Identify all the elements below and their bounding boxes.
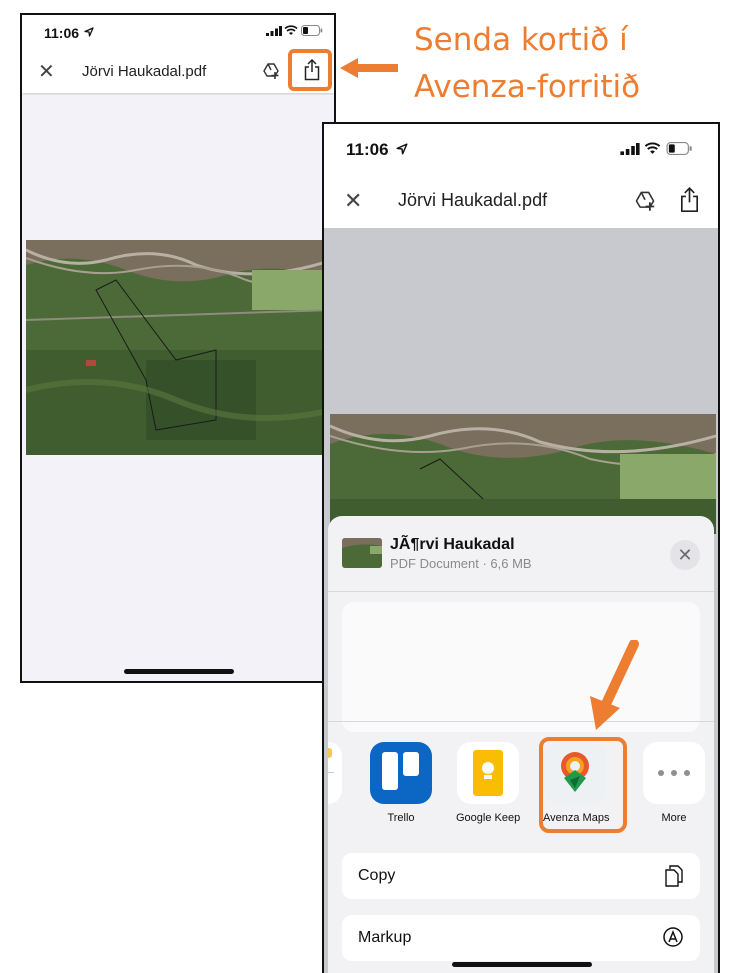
- share-app-trello[interactable]: Trello: [369, 742, 433, 824]
- share-app-more[interactable]: More: [642, 742, 706, 824]
- airdrop-suggestions-area: [342, 602, 700, 732]
- annotation-arrow-left: [340, 58, 398, 78]
- action-label: Copy: [358, 867, 396, 884]
- action-copy[interactable]: Copy: [342, 853, 700, 899]
- document-title: Jörvi Haukadal.pdf: [82, 63, 207, 80]
- highlight-avenza-maps: [539, 737, 627, 833]
- file-name: JÃ¶rvi Haukadal: [390, 536, 515, 553]
- wifi-icon: [644, 142, 661, 154]
- annotation-arrow-down: [590, 640, 639, 730]
- annotation-line-1: Senda kortið í: [414, 22, 628, 58]
- action-markup[interactable]: Markup: [342, 915, 700, 961]
- phone-screen-pdf-viewer: 11:06 ✕ Jörvi Haukadal.pdf: [20, 13, 336, 683]
- cellular-signal-icon: [266, 26, 282, 36]
- action-label: Markup: [358, 929, 412, 946]
- markup-icon: [663, 927, 683, 947]
- highlight-share-button: [288, 49, 332, 91]
- app-label: Google Keep: [456, 812, 521, 824]
- home-indicator: [124, 669, 234, 674]
- partial-app-icon[interactable]: [328, 742, 342, 804]
- add-to-drive-icon[interactable]: [262, 62, 280, 80]
- annotation-line-2: Avenza-forritið: [414, 69, 641, 105]
- app-label: More: [661, 812, 687, 824]
- share-icon[interactable]: [680, 187, 699, 213]
- home-indicator: [452, 962, 592, 967]
- trello-icon: [370, 742, 432, 804]
- wifi-icon: [284, 25, 298, 35]
- more-icon: [643, 742, 705, 804]
- add-to-drive-icon[interactable]: [634, 190, 656, 212]
- status-time: 11:06: [44, 25, 80, 41]
- status-bar: 11:06: [22, 15, 334, 49]
- battery-icon: [666, 142, 692, 155]
- location-arrow-icon: [84, 27, 94, 37]
- status-bar: 11:06: [324, 124, 718, 174]
- document-title: Jörvi Haukadal.pdf: [398, 190, 548, 210]
- divider: [328, 721, 714, 722]
- phone-screen-share-sheet: 11:06 ✕ Jörvi Haukadal.pdf JÃ¶rvi Haukad…: [322, 122, 720, 973]
- pdf-toolbar: ✕ Jörvi Haukadal.pdf: [324, 174, 718, 228]
- share-sheet: JÃ¶rvi Haukadal PDF Document · 6,6 MB ✕ …: [328, 516, 714, 973]
- close-icon[interactable]: ✕: [344, 188, 362, 214]
- battery-icon: [301, 25, 323, 36]
- file-thumbnail: [342, 538, 382, 568]
- share-sheet-header: JÃ¶rvi Haukadal PDF Document · 6,6 MB ✕: [328, 516, 714, 592]
- close-share-sheet-button[interactable]: ✕: [670, 540, 700, 570]
- cellular-signal-icon: [620, 143, 640, 155]
- file-meta: PDF Document · 6,6 MB: [390, 556, 532, 571]
- share-app-google-keep[interactable]: Google Keep: [456, 742, 520, 824]
- app-label: Trello: [387, 812, 415, 824]
- close-icon[interactable]: ✕: [38, 59, 55, 84]
- location-arrow-icon: [396, 143, 408, 155]
- copy-icon: [665, 865, 683, 887]
- status-time: 11:06: [346, 140, 389, 159]
- google-keep-icon: [457, 742, 519, 804]
- map-image: [26, 240, 332, 455]
